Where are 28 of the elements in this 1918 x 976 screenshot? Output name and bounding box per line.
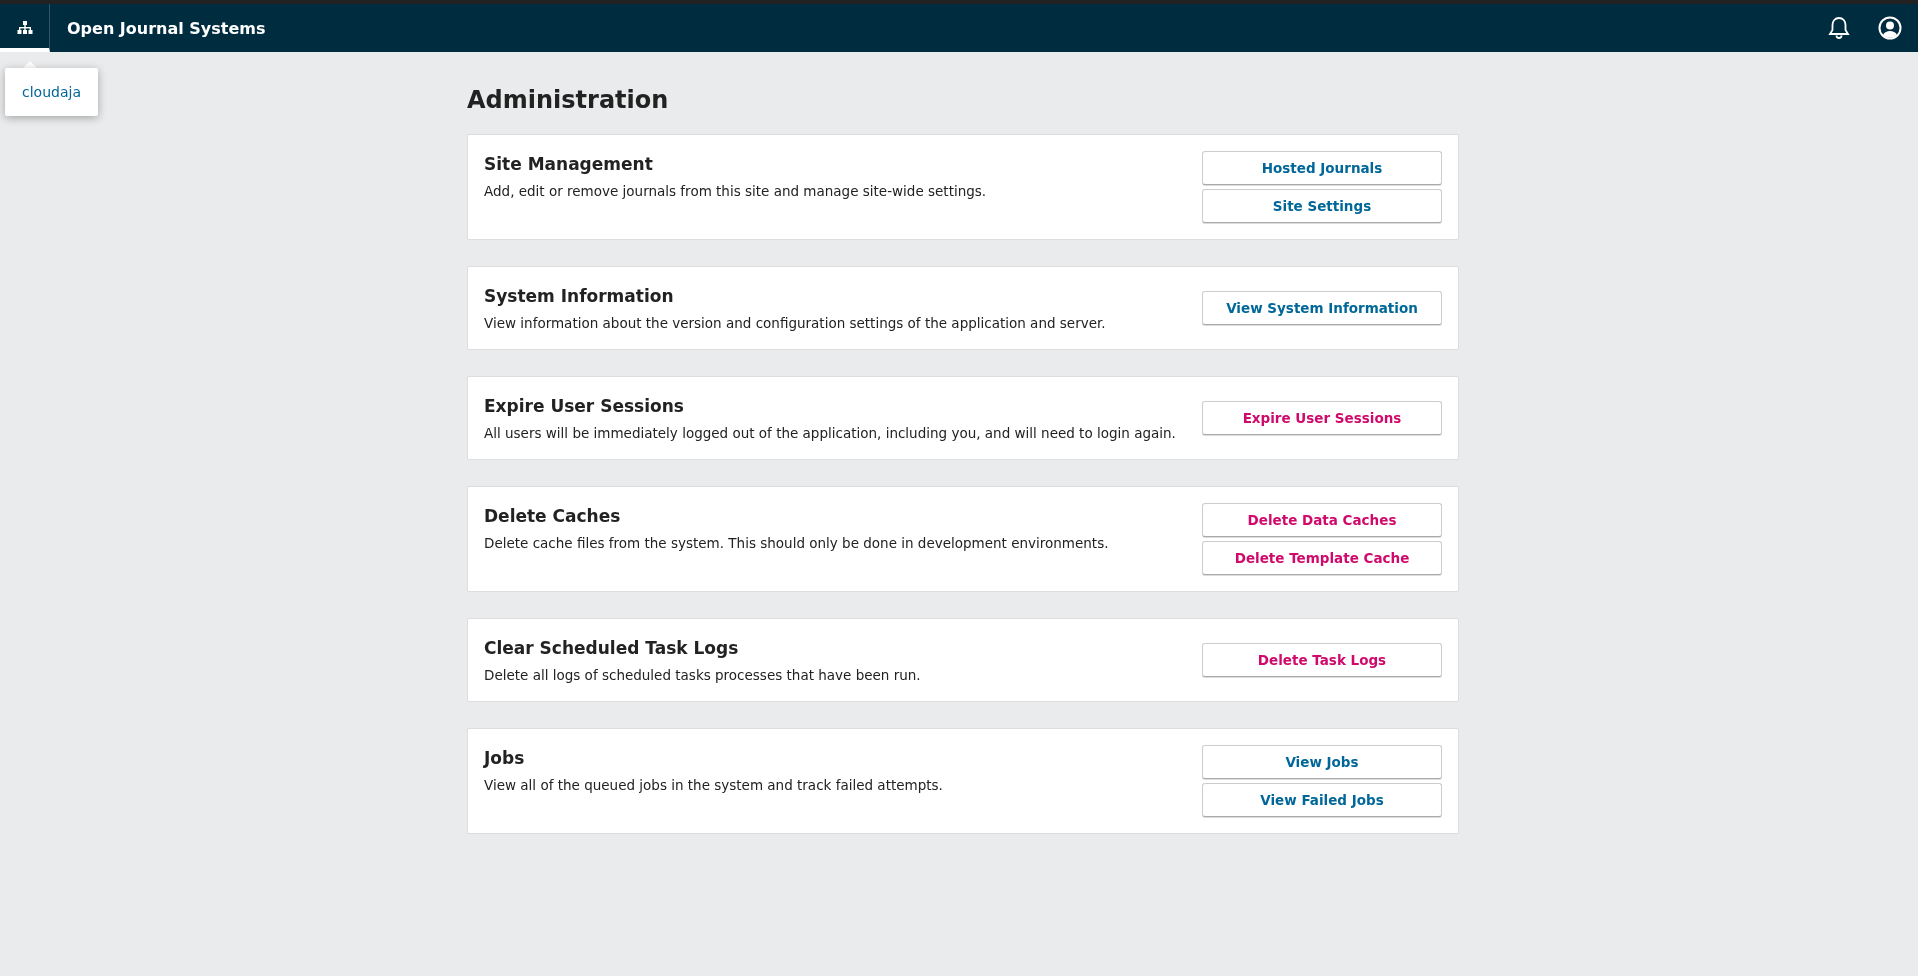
section-description: Delete cache files from the system. This should only be done in development environments. [484,535,1109,551]
action-button[interactable]: View Failed Jobs [1202,783,1442,817]
section-title: Site Management [484,154,654,174]
section-title: Delete Caches [484,506,622,526]
page-title: Administration [467,86,670,114]
app-title: Open Journal Systems [67,18,267,38]
danger-action-button[interactable]: Delete Data Caches [1202,503,1442,537]
action-button[interactable]: View System Information [1202,291,1442,325]
section-title: System Information [484,286,675,306]
context-link[interactable]: cloudaja [22,84,81,100]
section-description: View information about the version and configuration settings of the application and server. [484,315,1106,331]
danger-action-button[interactable]: Delete Task Logs [1202,643,1442,677]
site-map-button[interactable] [0,4,50,52]
section-description: Add, edit or remove journals from this site and manage site-wide settings. [484,183,987,199]
section-description: All users will be immediately logged out of the application, including you, and will need to login again. [484,425,1176,441]
section-title: Expire User Sessions [484,396,685,416]
section-description: Delete all logs of scheduled tasks processes that have been run. [484,667,921,683]
action-button[interactable]: View Jobs [1202,745,1442,779]
danger-action-button[interactable]: Delete Template Cache [1202,541,1442,575]
section-description: View all of the queued jobs in the system and track failed attempts. [484,777,943,793]
action-button[interactable]: Hosted Journals [1202,151,1442,185]
bell-icon[interactable] [1828,16,1850,40]
sitemap-icon [16,20,33,35]
danger-action-button[interactable]: Expire User Sessions [1202,401,1442,435]
user-account-icon[interactable] [1878,16,1902,40]
action-button[interactable]: Site Settings [1202,189,1442,223]
section-title: Clear Scheduled Task Logs [484,638,740,658]
section-title: Jobs [484,748,526,768]
